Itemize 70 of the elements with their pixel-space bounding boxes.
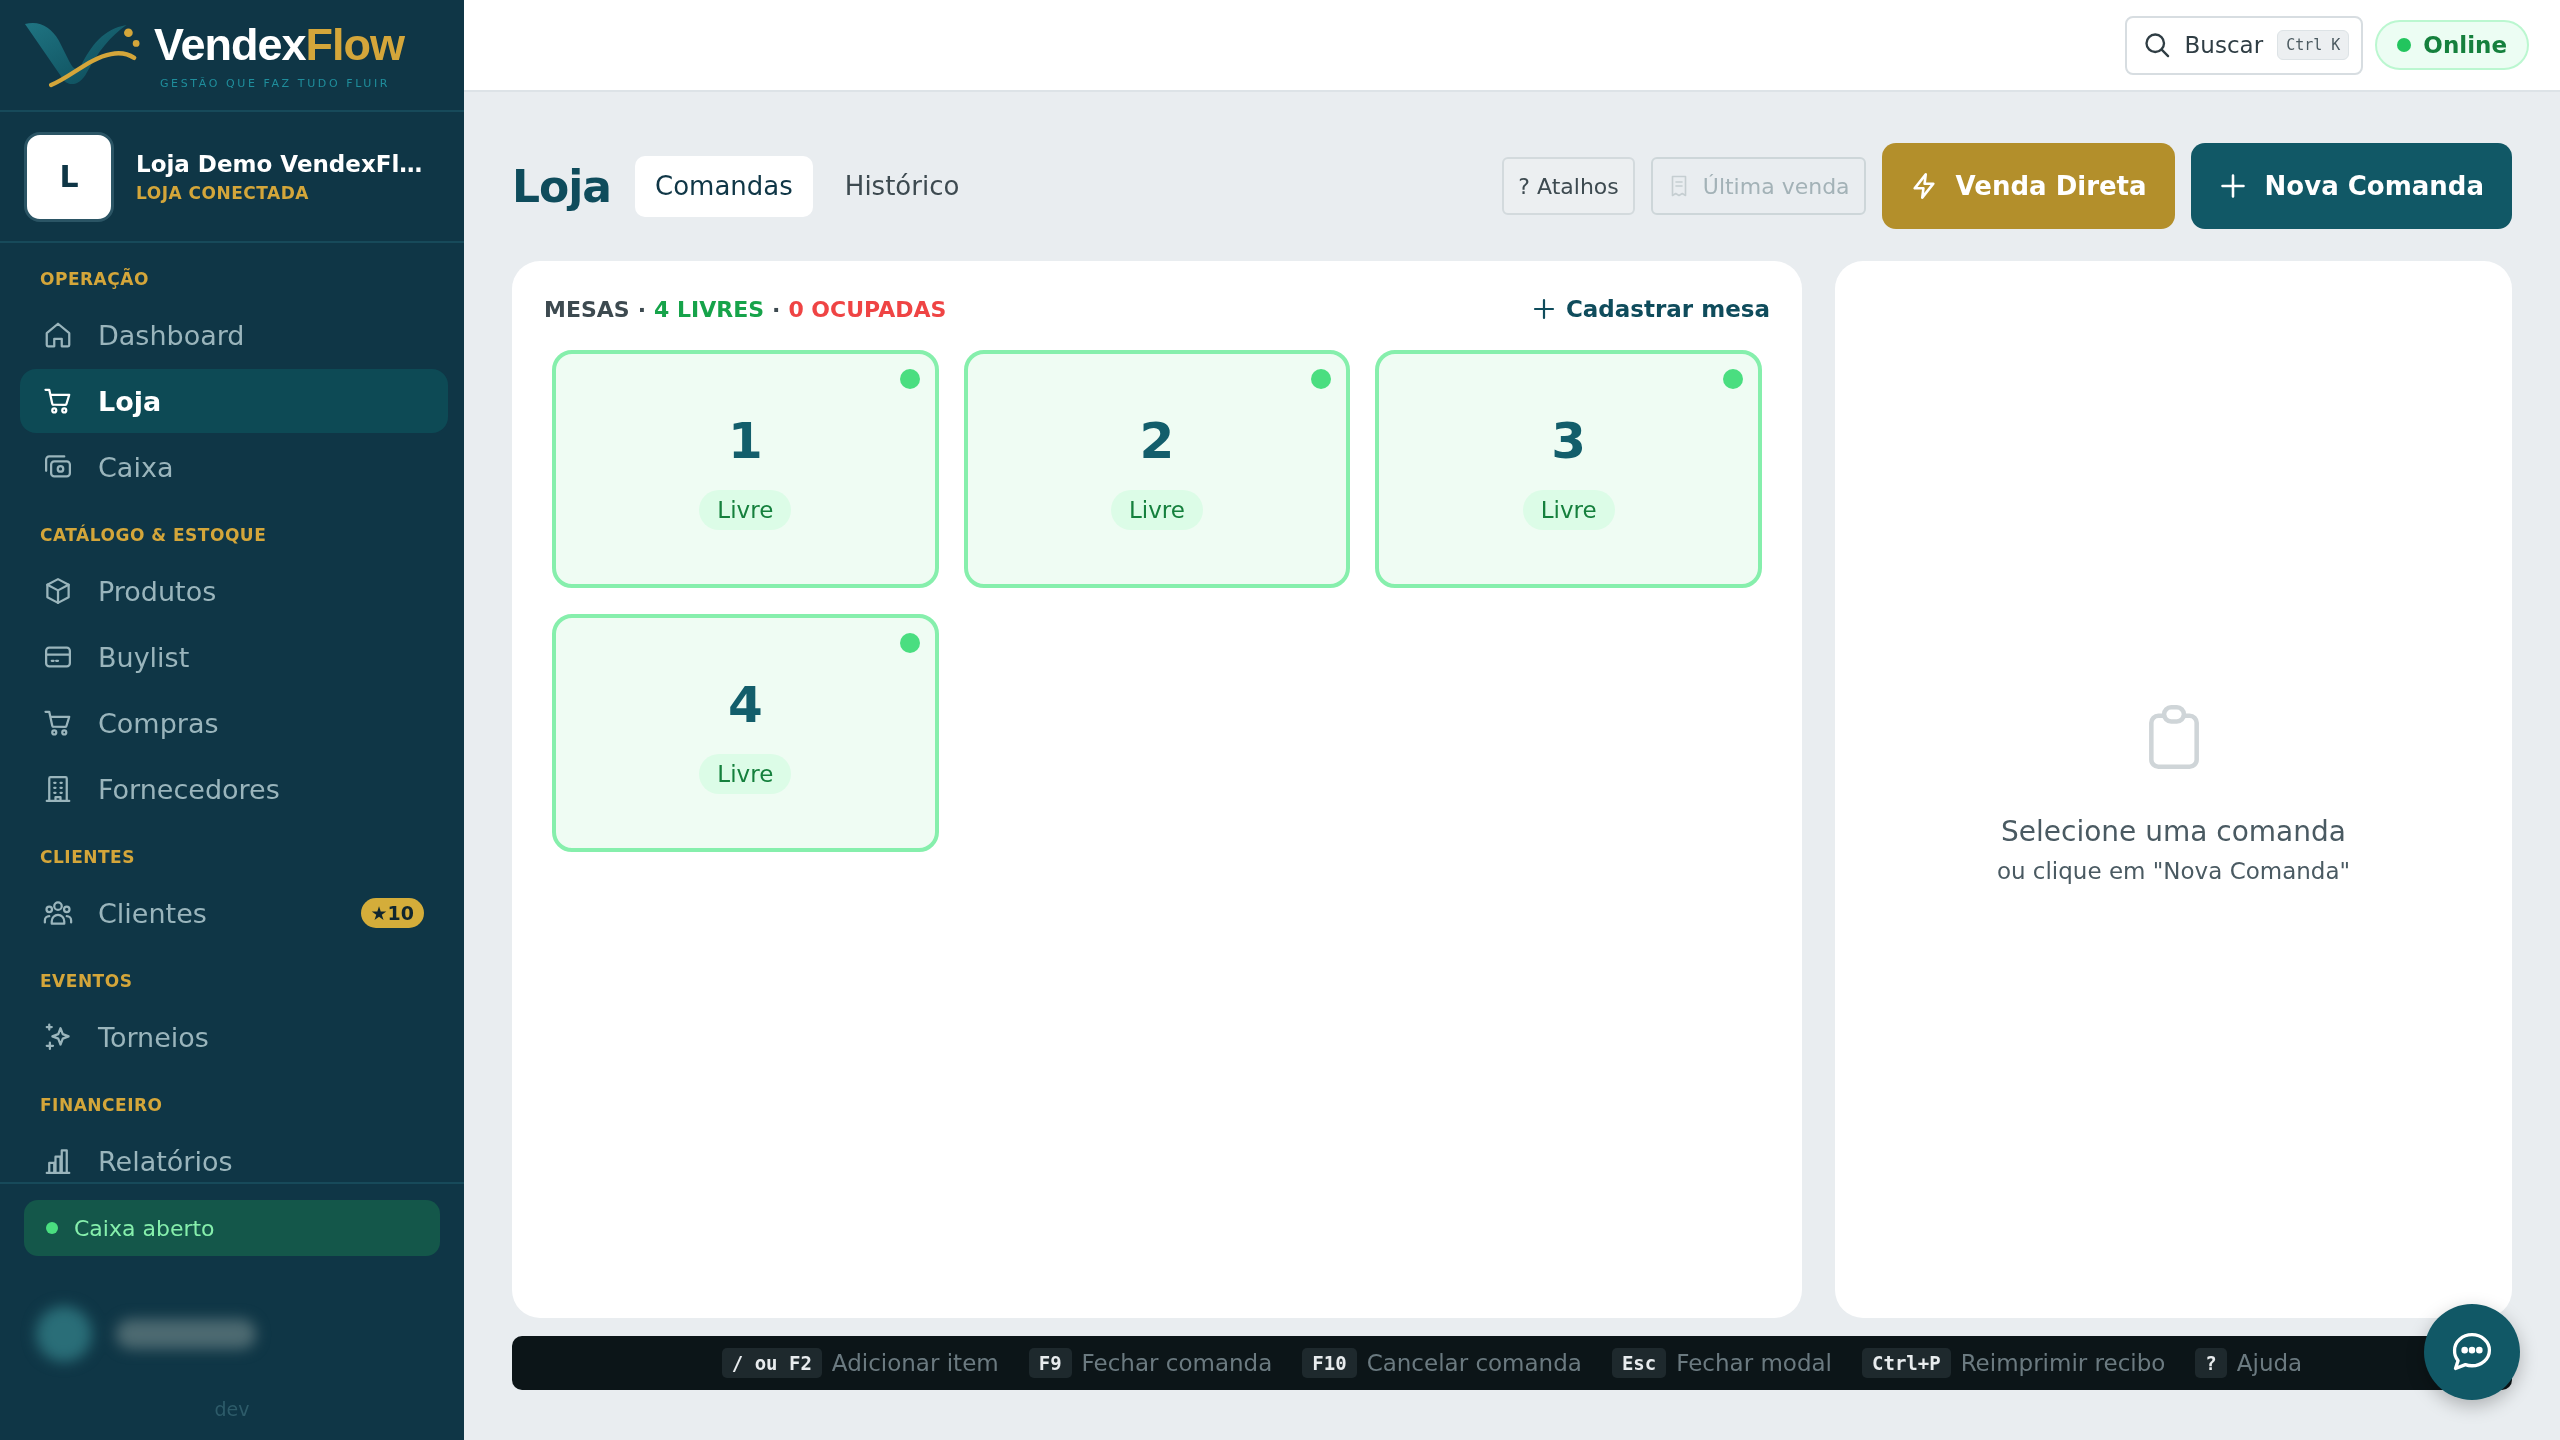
occupied-count: 0 OCUPADAS xyxy=(788,296,947,322)
table-status-badge: Livre xyxy=(699,490,792,530)
nav-section-label: EVENTOS xyxy=(39,971,133,991)
shortcuts-button[interactable]: ? Atalhos xyxy=(1502,157,1635,215)
brand-name: VendexFlow xyxy=(154,20,405,69)
section-title: MESAS xyxy=(544,296,630,322)
tab[interactable]: Comandas xyxy=(635,155,813,217)
shortcut-label: Fechar modal xyxy=(1676,1350,1832,1376)
nav-section-label: CATÁLOGO & ESTOQUE xyxy=(39,525,267,545)
shortcut-label: Ajuda xyxy=(2236,1350,2303,1376)
nav-item[interactable]: Torneios xyxy=(20,1005,448,1069)
page-title: Loja xyxy=(512,160,612,212)
nav-section-label: CLIENTES xyxy=(39,847,135,867)
key-hint: Esc xyxy=(1611,1348,1667,1378)
nav-section-label: OPERAÇÃO xyxy=(39,269,149,289)
nav-item[interactable]: Clientes ★10 xyxy=(20,881,448,945)
nav-item[interactable]: Loja xyxy=(20,369,448,433)
store-status: LOJA CONECTADA xyxy=(136,182,311,203)
shortcut-key: Ctrl K xyxy=(2277,30,2350,60)
connection-status-text: Online xyxy=(2423,32,2507,58)
tab[interactable]: Histórico xyxy=(824,155,980,217)
plus-icon xyxy=(1531,297,1556,321)
store-avatar: L xyxy=(24,131,114,222)
shortcut-label: Adicionar item xyxy=(831,1350,999,1376)
table-card[interactable]: 2 Livre xyxy=(963,350,1351,588)
sparkles-icon xyxy=(43,1022,73,1052)
separator-dot: · xyxy=(772,296,781,322)
nav-item[interactable]: Dashboard xyxy=(20,303,448,367)
search-button[interactable]: Buscar Ctrl K xyxy=(2124,15,2364,75)
building-icon xyxy=(43,774,73,804)
nav-item[interactable]: Produtos xyxy=(20,559,448,623)
brand-tagline: GESTÃO QUE FAZ TUDO FLUIR xyxy=(160,76,391,90)
home-icon xyxy=(43,320,73,350)
store-name: Loja Demo VendexFl… xyxy=(136,150,423,177)
cash-status-text: Caixa aberto xyxy=(74,1215,215,1241)
add-table-button[interactable]: Cadastrar mesa xyxy=(1531,296,1770,322)
table-status-badge: Livre xyxy=(1111,490,1203,530)
count-badge: ★10 xyxy=(360,898,424,928)
table-card[interactable]: 4 Livre xyxy=(552,614,939,852)
plus-icon xyxy=(2218,172,2247,200)
nav-item[interactable]: Relatórios xyxy=(20,1129,448,1182)
nav-section-label: FINANCEIRO xyxy=(39,1095,163,1115)
table-status-badge: Livre xyxy=(1522,490,1615,530)
status-dot-icon xyxy=(46,1222,58,1234)
table-card[interactable]: 3 Livre xyxy=(1375,350,1762,588)
key-hint: F10 xyxy=(1302,1348,1357,1378)
search-icon xyxy=(2142,31,2171,59)
shortcut-label: Cancelar comanda xyxy=(1366,1350,1582,1376)
cart-icon xyxy=(43,708,73,738)
shortcut-label: Reimprimir recibo xyxy=(1960,1350,2166,1376)
table-card[interactable]: 1 Livre xyxy=(552,350,939,588)
free-count: 4 LIVRES xyxy=(654,296,764,322)
shortcut-label: Fechar comanda xyxy=(1081,1350,1273,1376)
key-hint: Ctrl+P xyxy=(1862,1348,1951,1378)
nav-item[interactable]: Fornecedores xyxy=(20,757,448,821)
new-order-button[interactable]: Nova Comanda xyxy=(2190,143,2512,229)
empty-state-title: Selecione uma comanda xyxy=(2001,815,2346,848)
key-hint: / ou F2 xyxy=(721,1348,822,1378)
nav-item[interactable]: Buylist xyxy=(20,625,448,689)
users-icon xyxy=(43,898,73,928)
table-status-badge: Livre xyxy=(699,754,792,794)
nav-item[interactable]: Caixa xyxy=(20,435,448,499)
box-icon xyxy=(43,576,73,606)
nav-item[interactable]: Compras xyxy=(20,691,448,755)
key-hint: F9 xyxy=(1028,1348,1072,1378)
key-hint: ? xyxy=(2195,1348,2227,1378)
empty-state-hint: ou clique em "Nova Comanda" xyxy=(1996,858,2351,884)
cart-icon xyxy=(43,386,73,416)
bar-chart-icon xyxy=(43,1146,73,1176)
separator-dot: · xyxy=(637,296,646,322)
